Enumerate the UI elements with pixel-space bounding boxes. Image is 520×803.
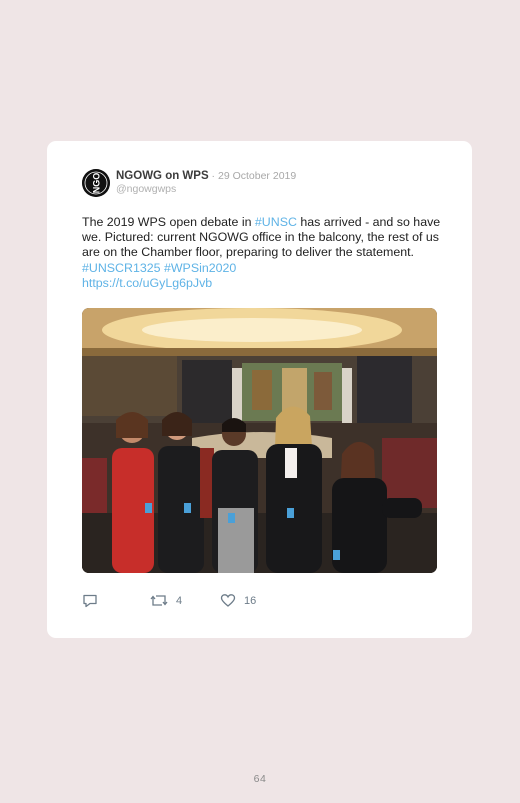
author-line: NGOWG on WPS · 29 October 2019 <box>116 169 296 183</box>
author-name[interactable]: NGOWG on WPS <box>116 170 209 182</box>
group-photo-icon <box>82 308 437 573</box>
reply-icon <box>83 594 97 608</box>
tweet-text: The 2019 WPS open debate in #UNSC has ar… <box>82 215 442 291</box>
like-button[interactable]: 16 <box>220 593 256 608</box>
tweet-photo[interactable] <box>82 308 437 573</box>
hashtag-unsc[interactable]: #UNSC <box>255 215 297 229</box>
separator: · <box>208 170 218 182</box>
tweet-text-part: The 2019 WPS open debate in <box>82 215 255 229</box>
tweet-link[interactable]: https://t.co/uGyLg6pJvb <box>82 276 212 290</box>
retweet-count: 4 <box>176 594 183 607</box>
avatar[interactable]: NGO <box>82 169 110 197</box>
tweet-actions: 4 16 <box>82 593 442 611</box>
tweet-date[interactable]: 29 October 2019 <box>218 170 296 182</box>
like-count: 16 <box>244 594 257 607</box>
reply-button[interactable] <box>82 593 98 608</box>
retweet-button[interactable]: 4 <box>150 593 182 608</box>
author-handle[interactable]: @ngowgwps <box>116 183 176 195</box>
hashtag-wpsin2020[interactable]: #WPSin2020 <box>164 261 236 275</box>
heart-icon <box>220 594 236 607</box>
tweet-card: NGO NGOWG on WPS · 29 October 2019 @ngow… <box>47 141 472 638</box>
page-number: 64 <box>253 773 267 785</box>
retweet-icon <box>150 595 168 606</box>
hashtag-unscr1325[interactable]: #UNSCR1325 <box>82 261 161 275</box>
svg-text:NGO: NGO <box>92 173 102 194</box>
ngo-logo-icon: NGO <box>82 169 110 197</box>
